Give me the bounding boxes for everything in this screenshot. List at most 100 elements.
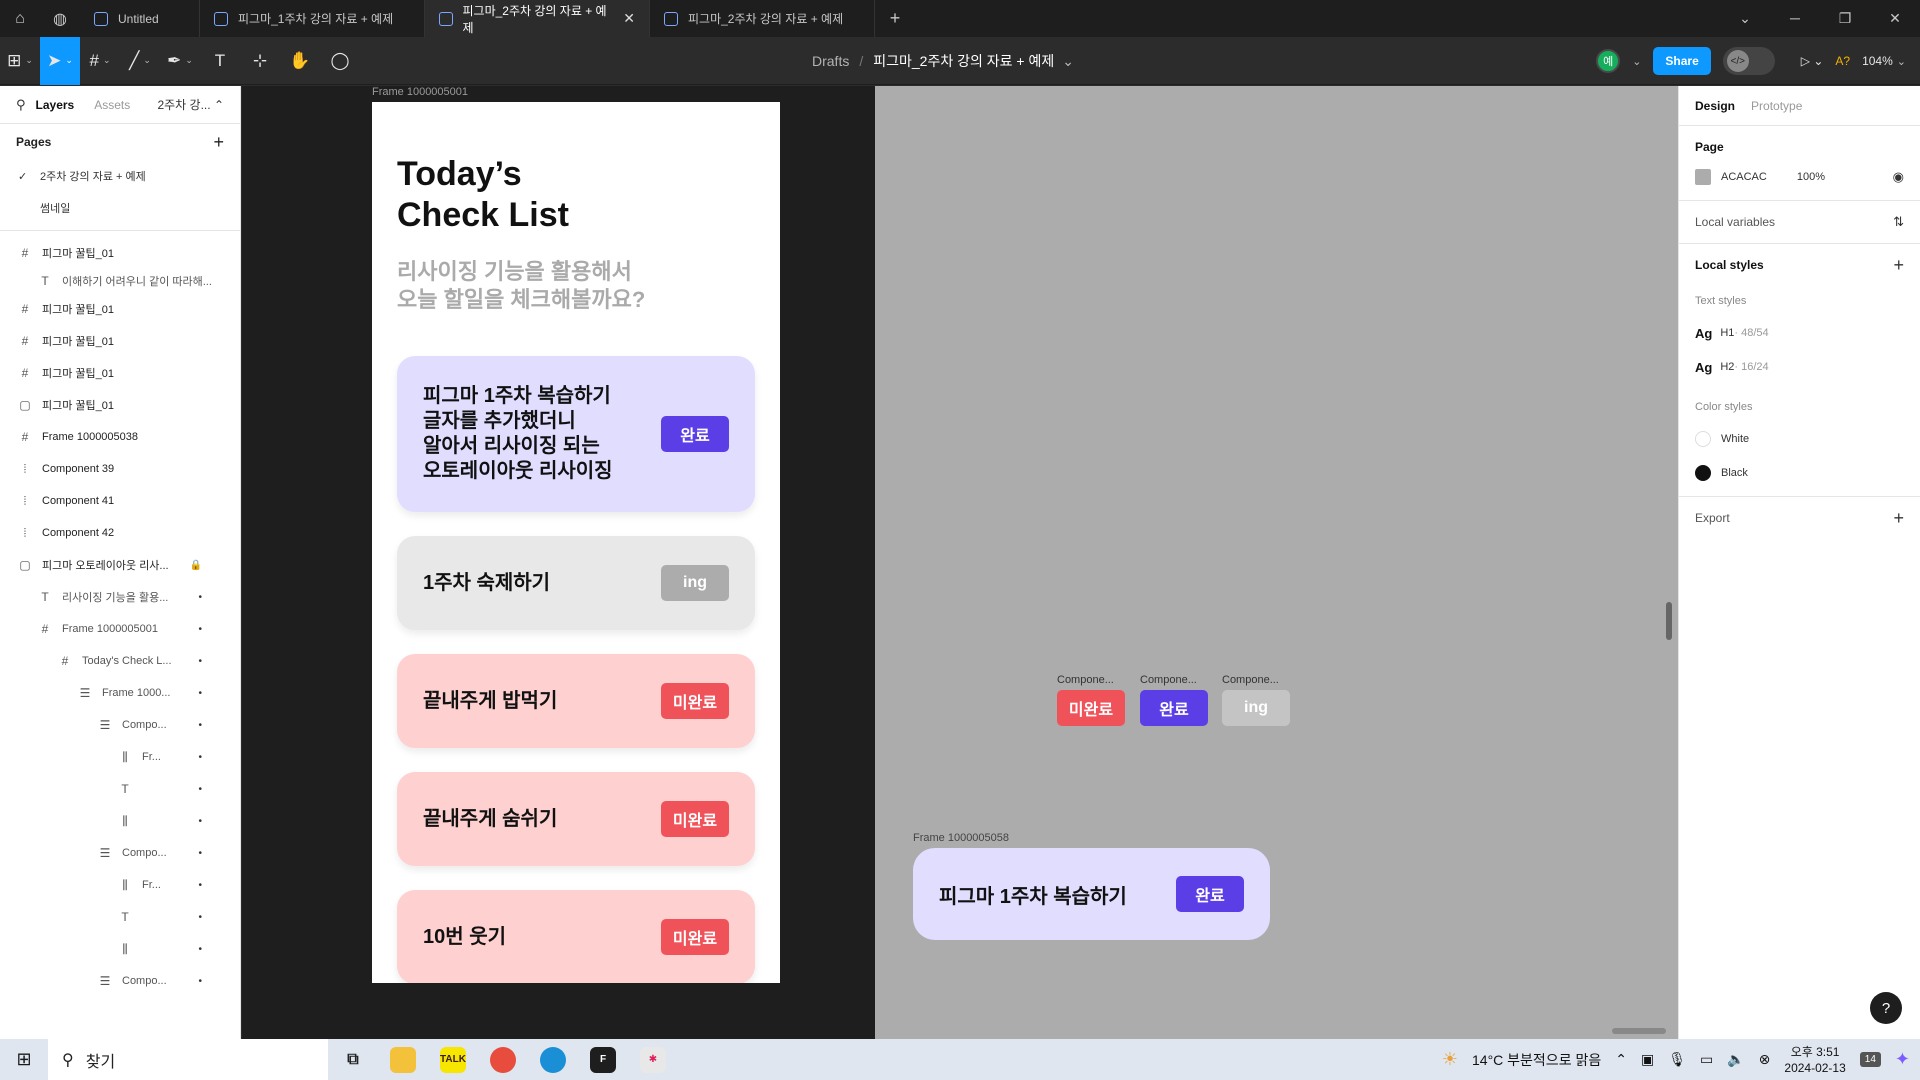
accessibility-icon[interactable]: A? [1835, 54, 1850, 68]
tab-design[interactable]: Design [1695, 99, 1735, 113]
visibility-dot-icon[interactable]: • [198, 848, 202, 859]
page-item[interactable]: 썸네일 [0, 192, 240, 224]
layer-item[interactable]: T • [0, 901, 240, 933]
avatar[interactable]: 예 [1596, 49, 1621, 73]
tab-3[interactable]: 피그마_2주차 강의 자료 + 예제 [650, 0, 875, 37]
horizontal-scrollbar[interactable] [1612, 1028, 1666, 1034]
notification-badge[interactable]: 14 [1859, 1052, 1881, 1067]
blocked-icon[interactable]: ⊗ [1759, 1051, 1771, 1068]
text-style-item[interactable]: Ag H1 · 48/54 [1695, 316, 1904, 350]
vertical-scrollbar[interactable] [1666, 602, 1672, 640]
add-style-icon[interactable]: + [1893, 255, 1904, 276]
page-selector[interactable]: 2주차 강... ⌃ [157, 96, 224, 113]
slack-icon[interactable]: ✱ [628, 1039, 678, 1080]
visibility-dot-icon[interactable]: • [198, 784, 202, 795]
page-item[interactable]: ✓ 2주차 강의 자료 + 예제 [0, 160, 240, 192]
local-variables-header[interactable]: Local variables ⇅ [1695, 201, 1904, 243]
status-badge[interactable]: 미완료 [661, 919, 729, 955]
visibility-dot-icon[interactable]: • [198, 656, 202, 667]
new-tab-icon[interactable]: + [875, 8, 915, 29]
layer-item[interactable]: # 피그마 꿀팁_01 [0, 325, 240, 357]
help-button[interactable]: ? [1870, 992, 1902, 1024]
hand-tool-icon[interactable]: ✋ [280, 37, 320, 85]
eye-icon[interactable]: ◉ [1893, 169, 1904, 185]
page-opacity[interactable]: 100% [1797, 171, 1825, 183]
layer-item[interactable]: ☰ Compo... • [0, 709, 240, 741]
add-export-icon[interactable]: + [1893, 508, 1904, 529]
chevron-down-icon[interactable]: ⌄ [1062, 53, 1074, 70]
task-view-icon[interactable]: ⧉ [328, 1039, 378, 1080]
chrome-icon[interactable] [478, 1039, 528, 1080]
layer-item[interactable]: ☰ Frame 1000... • [0, 677, 240, 709]
tab-assets[interactable]: Assets [94, 98, 130, 112]
frame-tool-icon[interactable]: # ⌄ [80, 37, 120, 85]
share-button[interactable]: Share [1653, 47, 1711, 75]
layer-item[interactable]: ⫼ • [0, 805, 240, 837]
present-icon[interactable]: ▷ ⌄ [1801, 54, 1824, 68]
status-badge[interactable]: 완료 [1176, 876, 1244, 912]
close-icon[interactable]: ✕ [611, 10, 635, 27]
text-style-item[interactable]: Ag H2 · 16/24 [1695, 350, 1904, 384]
visibility-dot-icon[interactable]: • [198, 592, 202, 603]
chevron-up-icon[interactable]: ⌃ [1615, 1051, 1627, 1068]
layer-item[interactable]: # 피그마 꿀팁_01 [0, 357, 240, 389]
status-badge-component[interactable]: ing [1222, 690, 1290, 726]
layer-item[interactable]: # 피그마 꿀팁_01 [0, 237, 240, 269]
task-card[interactable]: 1주차 숙제하기 ing [397, 536, 755, 630]
export-header[interactable]: Export + [1695, 497, 1904, 539]
chevron-down-icon[interactable]: ⌄ [1720, 10, 1770, 27]
resources-icon[interactable]: ⊹ [240, 37, 280, 85]
layer-item[interactable]: # 피그마 꿀팁_01 [0, 293, 240, 325]
tab-layers[interactable]: Layers [36, 98, 75, 112]
comment-tool-icon[interactable]: ◯ [320, 37, 360, 85]
figma-app-icon[interactable]: F [578, 1039, 628, 1080]
frame-label[interactable]: Frame 1000005058 [913, 832, 1009, 844]
taskbar-search[interactable]: ⚲ 찾기 [48, 1039, 328, 1080]
camera-icon[interactable]: ▣ [1641, 1051, 1654, 1068]
layer-item[interactable]: ⦙ Component 42 [0, 517, 240, 549]
close-window-icon[interactable]: ✕ [1870, 10, 1920, 27]
microphone-icon[interactable]: 🎙 [1668, 1051, 1686, 1068]
add-page-icon[interactable]: + [213, 132, 224, 153]
variables-icon[interactable]: ⇅ [1893, 214, 1904, 230]
layer-item[interactable]: ⫼ Fr... • [0, 741, 240, 773]
component-label[interactable]: Compone... [1222, 674, 1279, 686]
layer-item[interactable]: ⫼ • [0, 933, 240, 965]
layer-item[interactable]: ⦙ Component 39 [0, 453, 240, 485]
status-badge[interactable]: 미완료 [661, 801, 729, 837]
text-tool-icon[interactable]: T [200, 37, 240, 85]
layer-item[interactable]: T • [0, 773, 240, 805]
pen-tool-icon[interactable]: ✒ ⌄ [160, 37, 200, 85]
restore-icon[interactable]: ❐ [1820, 10, 1870, 27]
file-name[interactable]: 피그마_2주차 강의 자료 + 예제 [873, 51, 1054, 71]
frame-label[interactable]: Frame 1000005001 [372, 86, 468, 98]
check-list-frame[interactable]: Today’s Check List 리사이징 기능을 활용해서 오늘 할일을 … [372, 102, 780, 983]
line-tool-icon[interactable]: ╱ ⌄ [120, 37, 160, 85]
color-style-item[interactable]: White [1695, 422, 1904, 456]
chevron-down-icon[interactable]: ⌄ [1897, 55, 1906, 68]
layer-item[interactable]: T 리사이징 기능을 활용... • [0, 581, 240, 613]
layer-item[interactable]: # Today's Check L... • [0, 645, 240, 677]
globe-icon[interactable]: ◍ [40, 0, 80, 37]
component-label[interactable]: Compone... [1140, 674, 1197, 686]
visibility-dot-icon[interactable]: • [198, 912, 202, 923]
task-card-frame[interactable]: 피그마 1주차 복습하기 완료 [913, 848, 1270, 940]
edge-icon[interactable] [528, 1039, 578, 1080]
task-card[interactable]: 끝내주게 숨쉬기 미완료 [397, 772, 755, 866]
component-label[interactable]: Compone... [1057, 674, 1114, 686]
layer-item[interactable]: # Frame 1000005038 [0, 421, 240, 453]
kakaotalk-icon[interactable]: TALK [428, 1039, 478, 1080]
status-badge[interactable]: 완료 [661, 416, 729, 452]
chevron-down-icon[interactable]: ⌄ [1632, 55, 1641, 68]
weather-text[interactable]: 14°C 부분적으로 맑음 [1472, 1050, 1601, 1070]
visibility-dot-icon[interactable]: • [198, 816, 202, 827]
visibility-dot-icon[interactable]: • [198, 944, 202, 955]
page-fill-row[interactable]: ACACAC 100% ◉ [1695, 160, 1904, 194]
layer-item[interactable]: ⫼ Fr... • [0, 869, 240, 901]
task-card[interactable]: 피그마 1주차 복습하기 글자를 추가했더니 알아서 리사이징 되는 오토레이아… [397, 356, 755, 512]
visibility-dot-icon[interactable]: • [198, 720, 202, 731]
status-badge[interactable]: 미완료 [661, 683, 729, 719]
minimize-icon[interactable]: ─ [1770, 10, 1820, 27]
dev-mode-toggle[interactable]: </> [1722, 47, 1775, 75]
status-badge[interactable]: ing [661, 565, 729, 601]
